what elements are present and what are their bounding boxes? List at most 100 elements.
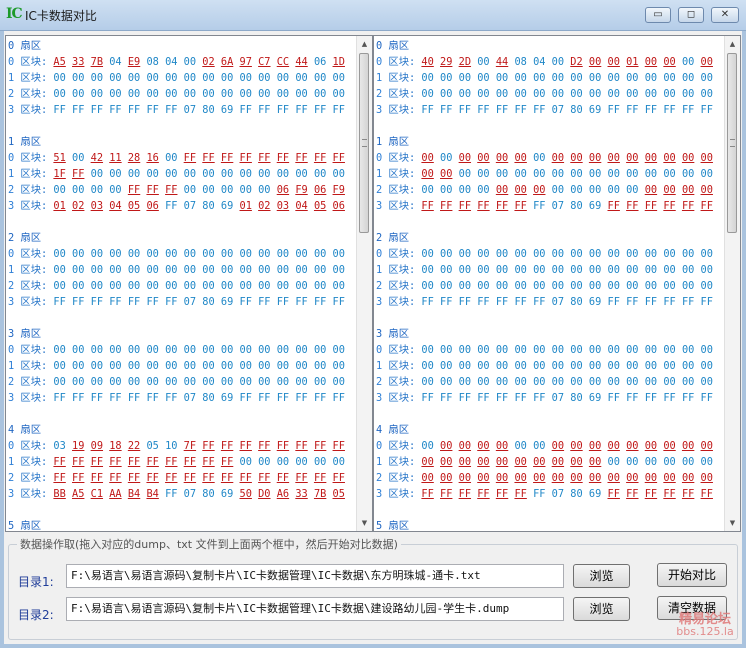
hex-byte-diff: 00	[421, 152, 434, 164]
hex-byte: 00	[607, 456, 620, 468]
hex-byte: 00	[607, 168, 620, 180]
hex-byte-diff: FF	[313, 152, 327, 164]
sector-label: 4 扇区	[8, 424, 41, 436]
block-label: 区块:	[388, 360, 416, 372]
hex-byte: 00	[313, 360, 327, 372]
hex-byte: 00	[663, 168, 676, 180]
browse1-button[interactable]: 浏览	[573, 564, 630, 588]
hex-byte: 00	[183, 168, 197, 180]
scroll-down-icon[interactable]: ▼	[725, 515, 740, 531]
hex-byte: 00	[109, 360, 122, 372]
hex-byte: FF	[53, 392, 66, 404]
close-icon: ✕	[720, 9, 730, 20]
hex-byte: 00	[588, 184, 602, 196]
hex-byte: FF	[90, 296, 104, 308]
hex-byte-diff: 04	[109, 200, 122, 212]
scroll-up-icon[interactable]: ▲	[725, 36, 740, 52]
left-scrollbar[interactable]: ▲ ▼	[356, 36, 372, 531]
hex-byte: 00	[220, 184, 234, 196]
hex-byte: 00	[127, 344, 141, 356]
sector-spacer	[376, 502, 726, 518]
hex-byte: 80	[570, 200, 583, 212]
hex-byte: FF	[495, 104, 509, 116]
hex-byte-diff: 00	[495, 184, 509, 196]
hex-byte: 00	[90, 280, 104, 292]
hex-byte: FF	[421, 296, 434, 308]
browse2-button[interactable]: 浏览	[573, 597, 630, 621]
sector-spacer	[8, 502, 358, 518]
hex-byte: 00	[276, 280, 290, 292]
hex-byte-diff: AA	[109, 488, 122, 500]
hex-byte-diff: 00	[663, 440, 676, 452]
hex-byte: 00	[276, 88, 290, 100]
block-label: 区块:	[20, 88, 48, 100]
hex-byte: 00	[681, 376, 695, 388]
scroll-down-icon[interactable]: ▼	[357, 515, 372, 531]
hex-byte: 00	[183, 56, 197, 68]
block-row: 2 区块: 00 00 00 00 00 00 00 00 00 00 00 0…	[376, 278, 726, 294]
hex-byte: FF	[644, 392, 658, 404]
right-scroll-thumb[interactable]	[727, 53, 737, 233]
hex-byte: 00	[626, 168, 639, 180]
hex-byte: FF	[127, 392, 141, 404]
hex-byte: FF	[295, 296, 308, 308]
hex-byte-diff: 00	[644, 184, 658, 196]
hex-byte: FF	[644, 104, 658, 116]
block-number: 2	[8, 472, 15, 484]
maximize-button[interactable]: ◻	[678, 7, 704, 23]
dir1-path-field[interactable]: F:\易语言\易语言源码\复制卡片\IC卡数据管理\IC卡数据\东方明珠城-通卡…	[66, 564, 564, 588]
hex-byte-diff: 02	[258, 200, 271, 212]
block-row: 3 区块: FF FF FF FF FF FF FF 07 80 69 FF F…	[376, 102, 726, 118]
right-scrollbar[interactable]: ▲ ▼	[724, 36, 740, 531]
left-data-pane[interactable]: 0 扇区 0 区块: A5 33 7B 04 E9 08 04 00 02 6A …	[5, 35, 373, 532]
dir2-path-field[interactable]: F:\易语言\易语言源码\复制卡片\IC卡数据管理\IC卡数据\建设路幼儿园-学…	[66, 597, 564, 621]
hex-byte-diff: 00	[681, 440, 695, 452]
hex-byte: 00	[551, 184, 565, 196]
hex-byte: FF	[165, 488, 178, 500]
hex-byte: 00	[421, 184, 434, 196]
sector-label: 0 扇区	[376, 40, 409, 52]
hex-byte-diff: FF	[109, 456, 122, 468]
hex-byte: 00	[626, 360, 639, 372]
hex-byte: 00	[495, 168, 509, 180]
hex-byte: 00	[533, 152, 546, 164]
hex-byte-diff: FF	[72, 472, 85, 484]
close-button[interactable]: ✕	[711, 7, 739, 23]
hex-byte-diff: FF	[626, 200, 639, 212]
hex-byte: 00	[258, 168, 271, 180]
left-scroll-thumb[interactable]	[359, 53, 369, 233]
hex-byte: 00	[514, 360, 527, 372]
hex-byte: FF	[276, 392, 290, 404]
hex-byte: 00	[146, 72, 159, 84]
hex-byte: FF	[458, 104, 472, 116]
hex-byte: FF	[239, 392, 252, 404]
hex-byte: 69	[220, 296, 234, 308]
hex-byte-diff: FF	[626, 488, 639, 500]
hex-byte-diff: 00	[626, 472, 639, 484]
hex-byte: 00	[681, 264, 695, 276]
start-compare-button[interactable]: 开始对比	[657, 563, 727, 587]
hex-byte: 07	[551, 296, 565, 308]
hex-byte-diff: FF	[313, 472, 327, 484]
hex-byte-diff: E9	[127, 56, 141, 68]
hex-byte: 00	[258, 72, 271, 84]
block-number: 0	[376, 152, 383, 164]
hex-byte-diff: 29	[440, 56, 453, 68]
sector-label: 2 扇区	[8, 232, 41, 244]
hex-byte-diff: FF	[681, 488, 695, 500]
scroll-up-icon[interactable]: ▲	[357, 36, 372, 52]
hex-byte: 00	[220, 280, 234, 292]
block-label: 区块:	[388, 472, 416, 484]
maximize-icon: ◻	[686, 9, 696, 20]
right-data-pane[interactable]: 0 扇区 0 区块: 40 29 2D 00 44 08 04 00 D2 00 …	[373, 35, 741, 532]
hex-byte: 00	[183, 88, 197, 100]
block-label: 区块:	[388, 264, 416, 276]
hex-byte: FF	[533, 392, 546, 404]
minimize-button[interactable]: ▭	[645, 7, 671, 23]
hex-byte-diff: 11	[109, 152, 122, 164]
hex-byte: 00	[570, 248, 583, 260]
block-row: 2 区块: 00 00 00 00 00 00 00 00 00 00 00 0…	[376, 374, 726, 390]
hex-byte: 00	[570, 264, 583, 276]
hex-byte: FF	[53, 104, 66, 116]
hex-byte: FF	[313, 392, 327, 404]
